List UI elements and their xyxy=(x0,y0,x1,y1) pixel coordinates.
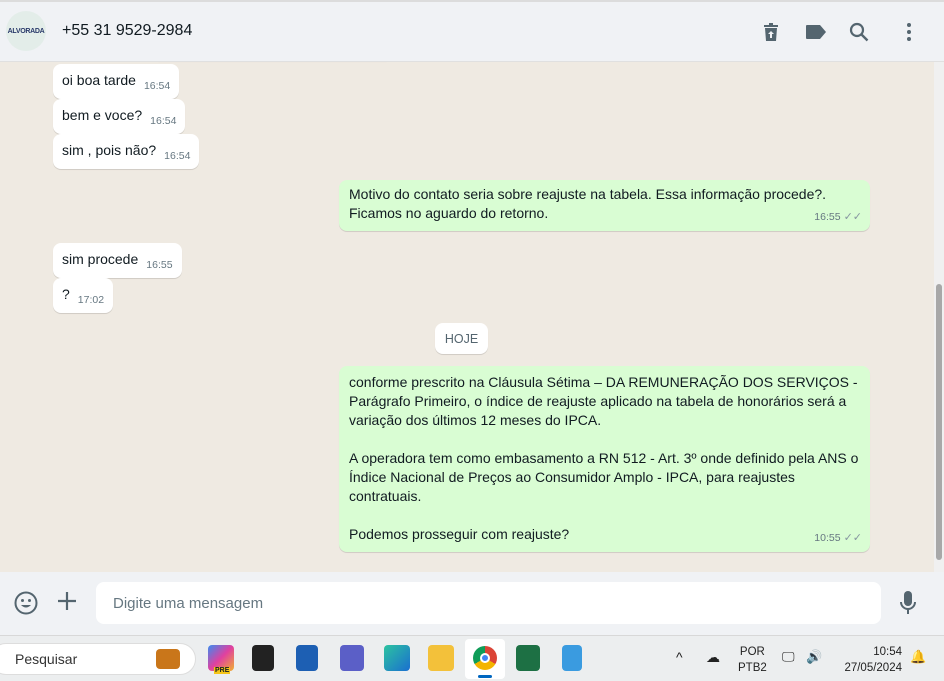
notepad-icon[interactable] xyxy=(562,645,582,671)
message-paragraph: conforme prescrito na Cláusula Sétima – … xyxy=(349,374,858,428)
store-icon[interactable] xyxy=(296,645,318,671)
volume-icon[interactable]: 🔊 xyxy=(806,649,822,665)
language-indicator[interactable]: POR PTB2 xyxy=(738,644,767,676)
message-text: sim , pois não? xyxy=(62,142,157,158)
contact-name[interactable]: +55 31 9529-2984 xyxy=(62,22,192,40)
message-text: sim procede xyxy=(62,251,139,267)
cloud-offline-icon[interactable]: ☁ xyxy=(706,649,720,666)
message-out[interactable]: conforme prescrito na Cláusula Sétima – … xyxy=(339,366,870,552)
network-icon[interactable]: 🖵 xyxy=(782,649,795,665)
message-in[interactable]: oi boa tarde 16:54 xyxy=(53,64,180,99)
clock-date: 27/05/2024 xyxy=(844,662,902,674)
message-time: 17:02 xyxy=(77,294,105,306)
edge-icon[interactable] xyxy=(384,645,410,671)
chrome-taskbar-active[interactable] xyxy=(465,639,505,679)
contact-avatar[interactable]: ALVORADA xyxy=(6,11,46,51)
message-text: ? xyxy=(62,286,70,302)
chevron-up-icon[interactable]: ^ xyxy=(676,649,683,665)
copilot-badge: PRE xyxy=(214,667,231,674)
menu-icon[interactable] xyxy=(897,20,921,44)
scrollbar-thumb[interactable] xyxy=(936,284,942,560)
message-time: 16:55 xyxy=(814,211,841,223)
date-divider: HOJE xyxy=(435,323,488,354)
message-time: 16:54 xyxy=(164,150,191,162)
message-time: 16:54 xyxy=(150,115,177,127)
attach-plus-icon[interactable] xyxy=(57,591,77,615)
message-paragraph: A operadora tem como embasamento a RN 51… xyxy=(349,450,859,504)
message-out[interactable]: Motivo do contato seria sobre reajuste n… xyxy=(339,180,870,231)
lang-line2: PTB2 xyxy=(738,662,767,674)
chat-header: ALVORADA +55 31 9529-2984 xyxy=(0,0,944,62)
composer: Digite uma mensagem xyxy=(0,572,944,635)
double-check-icon: ✓✓ xyxy=(843,532,862,544)
message-text: bem e voce? xyxy=(62,107,143,123)
double-check-icon: ✓✓ xyxy=(843,211,862,223)
message-list[interactable]: oi boa tarde 16:54 bem e voce? 16:54 sim ,… xyxy=(0,62,934,572)
message-paragraph: Podemos prosseguir com reajuste? xyxy=(349,526,570,542)
label-icon[interactable] xyxy=(804,20,828,44)
lang-line1: POR xyxy=(739,646,765,658)
message-in[interactable]: ? 17:02 xyxy=(53,278,114,313)
chrome-icon xyxy=(473,646,497,670)
scrollbar[interactable] xyxy=(934,62,944,572)
search-icon[interactable] xyxy=(847,20,871,44)
message-text: Motivo do contato seria sobre reajuste n… xyxy=(349,186,827,202)
message-in[interactable]: sim procede 16:55 xyxy=(53,243,182,278)
briefcase-icon[interactable] xyxy=(156,649,180,669)
search-label: Pesquisar xyxy=(15,651,78,667)
excel-icon[interactable] xyxy=(516,645,540,671)
message-in[interactable]: sim , pois não? 16:54 xyxy=(53,134,200,169)
clock-time: 10:54 xyxy=(873,646,902,658)
clock[interactable]: 10:54 27/05/2024 xyxy=(838,644,902,676)
message-text: Ficamos no aguardo do retorno. xyxy=(349,205,549,221)
message-time: 16:55 xyxy=(146,259,173,271)
windows-taskbar: Pesquisar PRE ^ ☁ POR PTB2 🖵 🔊 10:54 27/05… xyxy=(0,635,944,681)
message-time: 16:54 xyxy=(143,80,171,92)
copilot-icon[interactable]: PRE xyxy=(208,645,234,674)
notification-bell-icon[interactable]: 🔔 xyxy=(910,649,926,665)
teams-icon[interactable] xyxy=(340,645,364,671)
message-text: oi boa tarde xyxy=(62,72,136,88)
file-explorer-icon[interactable] xyxy=(428,645,454,671)
emoji-icon[interactable] xyxy=(14,591,38,619)
message-input[interactable]: Digite uma mensagem xyxy=(96,582,881,624)
microphone-icon[interactable] xyxy=(900,591,916,619)
app-icon[interactable] xyxy=(252,645,274,671)
message-time: 10:55 xyxy=(814,532,841,544)
delete-icon[interactable] xyxy=(759,20,783,44)
message-in[interactable]: bem e voce? 16:54 xyxy=(53,99,186,134)
